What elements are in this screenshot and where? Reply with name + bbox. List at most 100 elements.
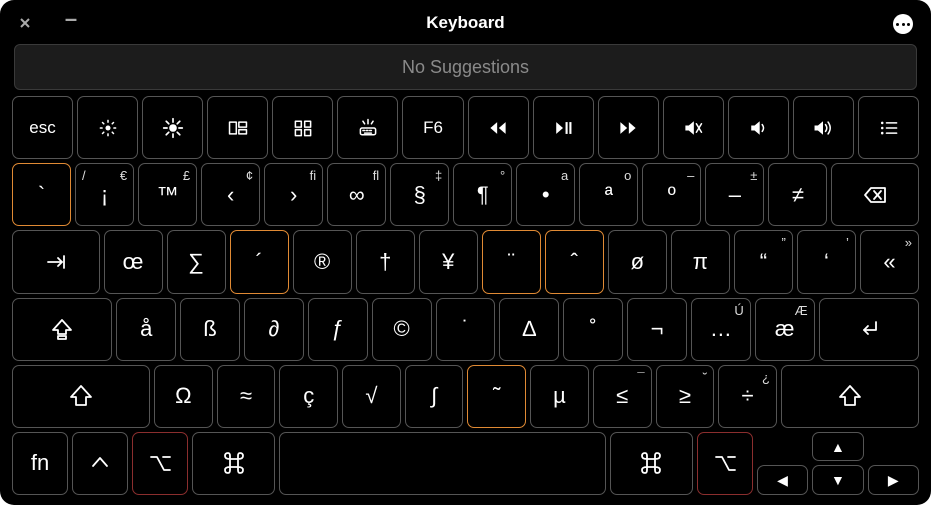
tab-key[interactable]	[12, 230, 100, 293]
bright-low-icon	[97, 117, 119, 139]
bracket-left-key[interactable]: “”	[734, 230, 793, 293]
semicolon-key[interactable]: …Ú	[691, 298, 751, 361]
option-icon	[147, 450, 173, 476]
key-label: ≤	[616, 383, 628, 409]
rewind-key[interactable]	[468, 96, 529, 159]
5-key[interactable]: ∞fl	[327, 163, 386, 226]
shift-left-key[interactable]	[12, 365, 150, 428]
list-icon	[878, 117, 900, 139]
3-key[interactable]: ‹¢	[201, 163, 260, 226]
keyboard-light-key[interactable]	[337, 96, 398, 159]
1-key[interactable]: ¡/€	[75, 163, 134, 226]
e-key[interactable]: ´	[230, 230, 289, 293]
v-key[interactable]: √	[342, 365, 401, 428]
grave-key[interactable]: `	[12, 163, 71, 226]
option-left-key[interactable]	[132, 432, 188, 495]
x-key[interactable]: ≈	[217, 365, 276, 428]
list-key[interactable]	[858, 96, 919, 159]
k-key[interactable]: ˚	[563, 298, 623, 361]
control-icon	[87, 450, 113, 476]
d-key[interactable]: ∂	[244, 298, 304, 361]
q-key[interactable]: œ	[104, 230, 163, 293]
tab-icon	[43, 249, 69, 275]
options-button[interactable]	[893, 14, 913, 34]
arrow-right-key[interactable]: ▶	[868, 465, 919, 495]
c-key[interactable]: ç	[279, 365, 338, 428]
fn-key[interactable]: fn	[12, 432, 68, 495]
key-label: ø	[631, 249, 644, 275]
8-key[interactable]: •a	[516, 163, 575, 226]
mission-control-key[interactable]	[207, 96, 268, 159]
b-key[interactable]: ∫	[405, 365, 464, 428]
m-key[interactable]: µ	[530, 365, 589, 428]
key-label: ¡	[101, 182, 108, 208]
control-key[interactable]	[72, 432, 128, 495]
g-key[interactable]: ©	[372, 298, 432, 361]
command-left-key[interactable]	[192, 432, 275, 495]
4-key[interactable]: ›fi	[264, 163, 323, 226]
slash-key[interactable]: ÷¿	[718, 365, 777, 428]
key-label: ˙	[462, 316, 469, 342]
volume-down-key[interactable]	[728, 96, 789, 159]
2-key[interactable]: ™£	[138, 163, 197, 226]
9-key[interactable]: ªo	[579, 163, 638, 226]
7-key[interactable]: ¶°	[453, 163, 512, 226]
arrow-up-key[interactable]: ▲	[812, 432, 863, 462]
i-key[interactable]: ˆ	[545, 230, 604, 293]
key-label: ƒ	[332, 316, 344, 342]
u-key[interactable]: ¨	[482, 230, 541, 293]
key-label: ´	[255, 249, 262, 275]
r-key[interactable]: ®	[293, 230, 352, 293]
backslash-key[interactable]: «»	[860, 230, 919, 293]
key-label: ß	[203, 316, 216, 342]
play-pause-key[interactable]	[533, 96, 594, 159]
o-key[interactable]: ø	[608, 230, 667, 293]
equals-key[interactable]: ≠	[768, 163, 827, 226]
y-key[interactable]: ¥	[419, 230, 478, 293]
w-key[interactable]: ∑	[167, 230, 226, 293]
6-key[interactable]: §‡	[390, 163, 449, 226]
j-key[interactable]: ∆	[499, 298, 559, 361]
launchpad-key[interactable]	[272, 96, 333, 159]
l-key[interactable]: ¬	[627, 298, 687, 361]
return-key[interactable]	[819, 298, 919, 361]
forward-key[interactable]	[598, 96, 659, 159]
arrow-down-key[interactable]: ▼	[812, 465, 863, 495]
p-key[interactable]: π	[671, 230, 730, 293]
mute-key[interactable]	[663, 96, 724, 159]
period-key[interactable]: ≥˘	[656, 365, 715, 428]
t-key[interactable]: †	[356, 230, 415, 293]
f6-key[interactable]: F6	[402, 96, 463, 159]
comma-key[interactable]: ≤¯	[593, 365, 652, 428]
bracket-right-key[interactable]: ‘’	[797, 230, 856, 293]
launchpad-icon	[292, 117, 314, 139]
option-right-key[interactable]	[697, 432, 753, 495]
bright-high-icon	[162, 117, 184, 139]
f-key[interactable]: ƒ	[308, 298, 368, 361]
command-right-key[interactable]	[610, 432, 693, 495]
s-key[interactable]: ß	[180, 298, 240, 361]
space-key[interactable]	[279, 432, 605, 495]
key-label: ¥	[442, 249, 454, 275]
key-label: F6	[423, 118, 443, 138]
shift-right-key[interactable]	[781, 365, 919, 428]
n-key[interactable]: ˜	[467, 365, 526, 428]
key-secondary-label: ¢	[246, 168, 253, 183]
brightness-down-key[interactable]	[77, 96, 138, 159]
key-secondary-label: ±	[750, 168, 757, 183]
0-key[interactable]: º–	[642, 163, 701, 226]
h-key[interactable]: ˙	[436, 298, 496, 361]
volume-up-key[interactable]	[793, 96, 854, 159]
caps-key[interactable]	[12, 298, 112, 361]
arrow-left-key[interactable]: ◀	[757, 465, 808, 495]
brightness-up-key[interactable]	[142, 96, 203, 159]
close-button[interactable]	[18, 16, 32, 30]
esc-key[interactable]: esc	[12, 96, 73, 159]
quote-key[interactable]: æÆ	[755, 298, 815, 361]
z-key[interactable]: Ω	[154, 365, 213, 428]
a-key[interactable]: å	[116, 298, 176, 361]
key-label: ¨	[508, 249, 515, 275]
minimize-button[interactable]: –	[62, 10, 80, 28]
backspace-key[interactable]	[831, 163, 919, 226]
minus-key[interactable]: –±	[705, 163, 764, 226]
